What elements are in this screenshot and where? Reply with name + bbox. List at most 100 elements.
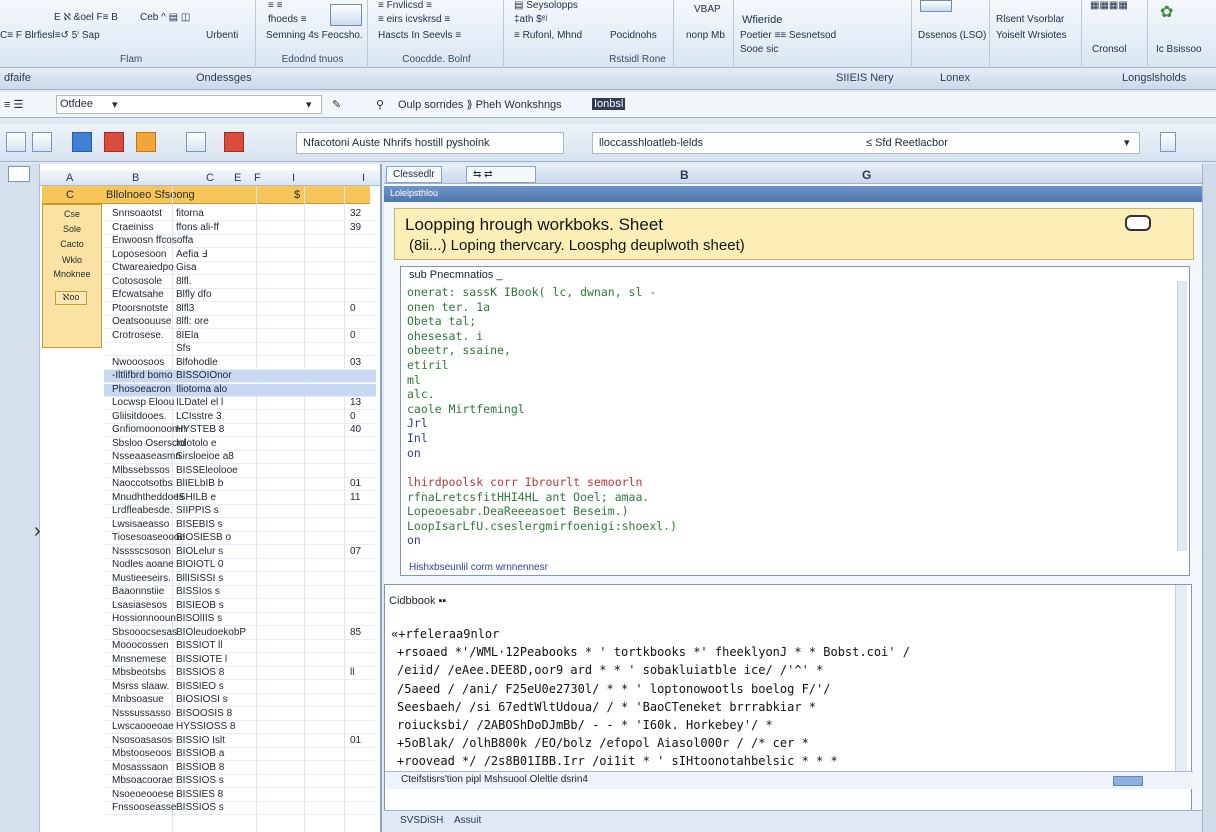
ribbon-line[interactable]: VBAP: [694, 4, 721, 15]
table-row[interactable]: -Iltlifbrd bomo BISSOIOnor: [104, 370, 376, 383]
table-cell[interactable]: 07: [350, 546, 361, 557]
table-cell[interactable]: BIOleudoekobP: [176, 627, 246, 638]
table-row[interactable]: Hossionnooun BISOlIIS s: [104, 613, 376, 626]
chevron-right-icon[interactable]: ›: [34, 520, 41, 543]
row-label[interactable]: Mnoknee: [43, 269, 101, 283]
table-cell[interactable]: Gnfiomoonoomn: [112, 424, 186, 435]
table-row[interactable]: Ptoorsnotste 8lfl3 0: [104, 303, 376, 316]
table-cell[interactable]: 8IEla: [176, 330, 199, 341]
ribbon-line[interactable]: Wfieride: [742, 14, 782, 26]
table-row[interactable]: Lrdfleabesde. SIIPPIS s: [104, 505, 376, 518]
table-cell[interactable]: ll: [350, 667, 354, 678]
table-row[interactable]: Nsssussasso BISOOSIS 8: [104, 708, 376, 721]
code-line[interactable]: caole Mirtfemingl: [407, 402, 525, 416]
ribbon-line[interactable]: Yoiselt Wrsiotes: [996, 30, 1067, 41]
table-cell[interactable]: Craeiniss: [112, 222, 154, 233]
immediate-line[interactable]: +rsoaed *'/WML·12Peabooks * ' tortkbooks…: [397, 645, 910, 659]
table-cell[interactable]: Mooocossen: [112, 640, 169, 651]
table-cell[interactable]: 8lfl3: [176, 303, 194, 314]
table-cell[interactable]: BIOSIOSI s: [176, 694, 228, 705]
chevron-down-icon[interactable]: ▾: [1124, 136, 1130, 149]
table-cell[interactable]: BIOIOTL 0: [176, 559, 223, 570]
column-header[interactable]: A: [66, 172, 73, 184]
table-row[interactable]: Mooocossen BISSIOT ll: [104, 640, 376, 653]
table-cell[interactable]: BISSIOB 8: [176, 762, 224, 773]
code-line[interactable]: onerat: sassK IBook( lc, dwnan, sl -: [407, 285, 656, 299]
table-cell[interactable]: Nsssussasso: [112, 708, 171, 719]
column-header[interactable]: B: [680, 168, 689, 182]
table-row[interactable]: Craeiniss ffons ali-ff 39: [104, 222, 376, 235]
table-cell[interactable]: Msrss slaaw.: [112, 681, 169, 692]
table-cell[interactable]: -Iltlifbrd bomo: [112, 370, 173, 381]
table-cell[interactable]: Naoccotsotbs: [112, 478, 173, 489]
table-cell[interactable]: Lwscaooeoae: [112, 721, 174, 732]
table-cell[interactable]: BISSIos s: [176, 586, 220, 597]
table-cell[interactable]: Snnsoaotst: [112, 208, 162, 219]
table-cell[interactable]: 0: [350, 411, 356, 422]
table-cell[interactable]: Nsosoasasos: [112, 735, 172, 746]
code-line[interactable]: Lopeoesabr.DeaReeeasoet Beseim.): [407, 504, 629, 518]
immediate-line[interactable]: «+rfeleraa9nlor: [391, 627, 499, 641]
table-cell[interactable]: Mustieeseirs.: [112, 573, 171, 584]
ribbon-line[interactable]: ▦▦▦▦: [1090, 0, 1128, 11]
code-line[interactable]: ohesesat. i: [407, 329, 483, 343]
table-cell[interactable]: Iliotoma alo: [176, 384, 227, 395]
scroll-thumb[interactable]: [1113, 776, 1143, 786]
code-line[interactable]: LoopIsarLfU.cseslergmirfoenigi:shoexl.): [407, 519, 677, 533]
column-header[interactable]: F: [254, 172, 261, 184]
table-row[interactable]: Sfs: [104, 343, 376, 356]
table-cell[interactable]: Enwoosn ffcosoffa: [112, 235, 193, 246]
table-row[interactable]: Nsssscsoson BIOLelur s 07: [104, 546, 376, 559]
code-line[interactable]: on: [407, 446, 421, 460]
table-row[interactable]: Mbstooseoos BISSIOB a: [104, 748, 376, 761]
ribbon-line[interactable]: ▤ Seysolopps: [514, 0, 578, 11]
table-cell[interactable]: BISSIEO s: [176, 681, 224, 692]
table-cell[interactable]: 85: [350, 627, 361, 638]
table-cell[interactable]: Lrdfleabesde.: [112, 505, 173, 516]
table-row[interactable]: Mbsbeotsbs BISSIOS 8 ll: [104, 667, 376, 680]
ribbon-line[interactable]: Rlsent Vsorblar: [996, 14, 1064, 25]
table-row[interactable]: Naoccotsotbs BlIELbIB b 01: [104, 478, 376, 491]
vertical-scrollbar[interactable]: [1177, 281, 1187, 551]
table-row[interactable]: Gliisitdooes. LCIsstre 3 0: [104, 411, 376, 424]
ribbon-line[interactable]: Hascts In Seevls ≡: [378, 30, 461, 41]
code-line[interactable]: ml: [407, 373, 421, 387]
find-button[interactable]: [186, 132, 206, 152]
table-row[interactable]: Mlbssebssos BISSEleolooe: [104, 465, 376, 478]
table-cell[interactable]: Aefia Ⅎ: [176, 249, 207, 260]
table-cell[interactable]: 40: [350, 424, 361, 435]
column-header[interactable]: E: [234, 172, 241, 184]
project-explorer[interactable]: ›: [0, 164, 41, 832]
table-cell[interactable]: LCIsstre 3: [176, 411, 222, 422]
table-cell[interactable]: BllISISSI s: [176, 573, 223, 584]
table-cell[interactable]: Sbsooocsesas: [112, 627, 177, 638]
table-cell[interactable]: Mbsoacoorae: [112, 775, 173, 786]
table-cell[interactable]: Sfs: [176, 343, 190, 354]
table-cell[interactable]: Gisa: [176, 262, 197, 273]
view-excel-button[interactable]: [6, 132, 26, 152]
table-row[interactable]: Nsoeoeooese BISSIES 8: [104, 789, 376, 802]
table-cell[interactable]: Mnbsoasue: [112, 694, 164, 705]
code-line[interactable]: rfnaLretcsfitHHI4HL ant Ooel; amaa.: [407, 490, 649, 504]
table-cell[interactable]: BISEBIS s: [176, 519, 223, 530]
immediate-line[interactable]: /5aeed / /ani/ F25eU0e2730l/ * * ' lopto…: [397, 682, 830, 696]
list-icon[interactable]: ≡ ☰: [4, 98, 23, 111]
immediate-line[interactable]: roiucksbi/ /2ABOShDoDJmBb/ - - * 'I60k. …: [397, 718, 773, 732]
table-row[interactable]: Mnbsoasue BIOSIOSI s: [104, 694, 376, 707]
header-cell[interactable]: Bllolnoeo Sfsoong: [106, 189, 195, 201]
table-cell[interactable]: BISSIO Islt: [176, 735, 225, 746]
ribbon-line[interactable]: Ceb ^ ▤ ◫: [140, 12, 190, 23]
immediate-line[interactable]: Seesbaeh/ /si 67edtWltUdoua/ / * 'BaoCTe…: [397, 700, 816, 714]
header-cell[interactable]: $: [294, 189, 300, 201]
table-cell[interactable]: BISSIES 8: [176, 789, 223, 800]
table-cell[interactable]: BISSIOS 8: [176, 667, 224, 678]
table-cell[interactable]: 01: [350, 478, 361, 489]
table-cell[interactable]: 32: [350, 208, 361, 219]
table-cell[interactable]: BISIEOB s: [176, 600, 224, 611]
table-cell[interactable]: HYSTEB 8: [176, 424, 224, 435]
table-cell[interactable]: SIIPPIS s: [176, 505, 219, 516]
table-cell[interactable]: BISSIOTE l: [176, 654, 227, 665]
table-cell[interactable]: BISOlIIS s: [176, 613, 222, 624]
code-line[interactable]: Jrl: [407, 416, 428, 430]
table-cell[interactable]: 8lfl.: [176, 276, 192, 287]
